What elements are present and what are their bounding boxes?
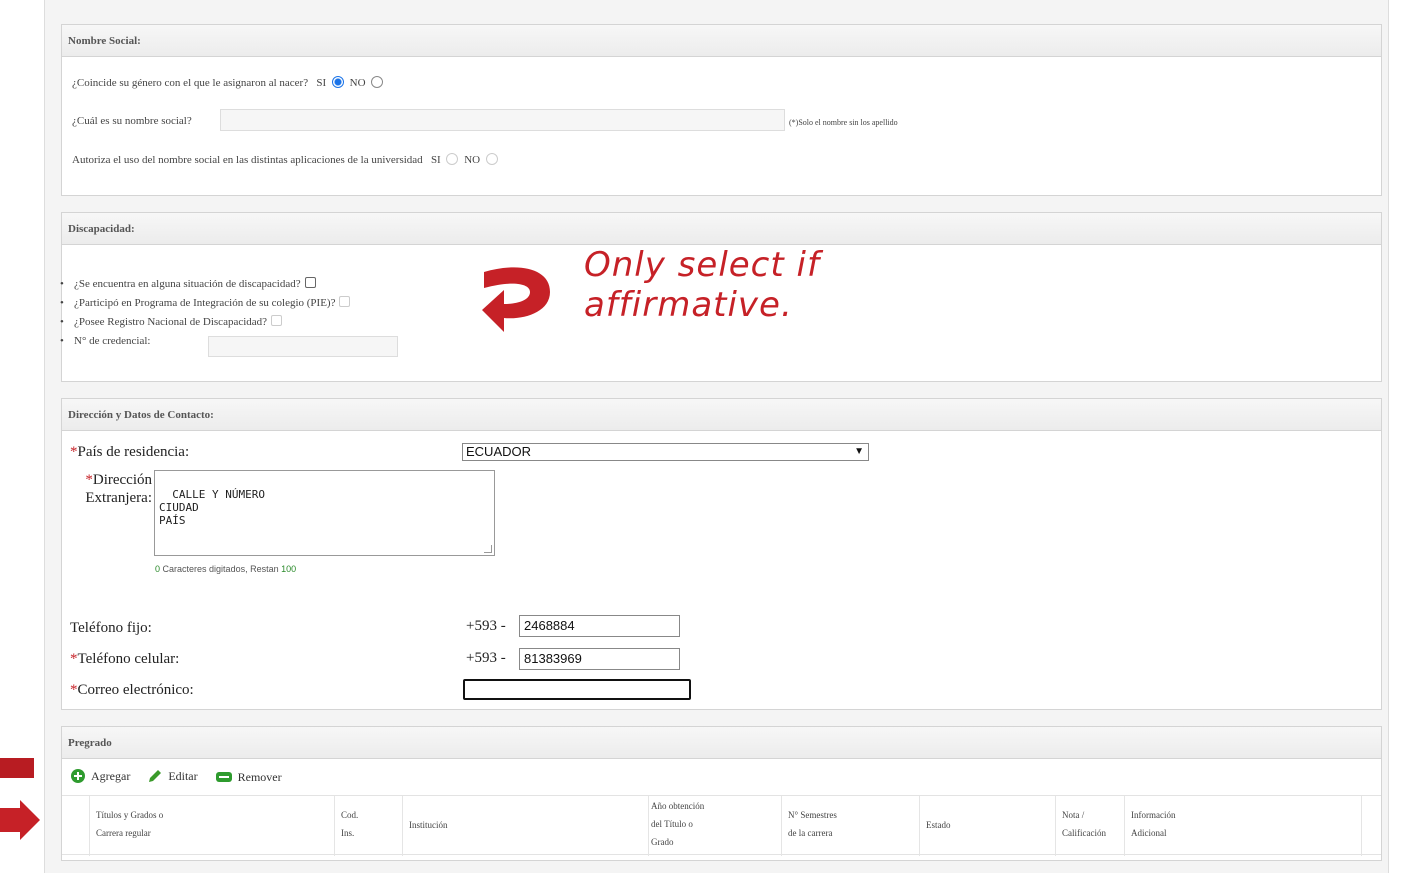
authorize-yes-radio[interactable] bbox=[446, 153, 459, 165]
tel-cel-label: *Teléfono celular: bbox=[70, 651, 180, 667]
chevron-down-icon: ▼ bbox=[854, 446, 864, 457]
column-nota: Nota / Calificación bbox=[1055, 796, 1124, 856]
authorize-yes-label: SI bbox=[430, 154, 441, 166]
tel-fijo-prefix: +593 - bbox=[466, 618, 506, 634]
gender-no-label: NO bbox=[349, 77, 366, 89]
gender-yes-label: SI bbox=[316, 77, 327, 89]
column-semestres: N° Semestres de la carrera bbox=[781, 796, 919, 856]
annotation-note: Only select if affirmative. bbox=[584, 245, 820, 325]
tel-cel-prefix: +593 - bbox=[466, 650, 506, 666]
authorize-label: Autoriza el uso del nombre social en las… bbox=[72, 154, 423, 166]
annotation-line-1: Only select if bbox=[584, 245, 820, 285]
list-item: ¿Se encuentra en alguna situación de dis… bbox=[60, 275, 350, 294]
gender-yes-radio[interactable] bbox=[331, 76, 344, 88]
char-counter: 0 Caracteres digitados, Restan 100 bbox=[155, 564, 297, 574]
edit-button[interactable]: Editar bbox=[147, 768, 198, 784]
left-gutter bbox=[0, 0, 44, 873]
discapacidad-checkbox[interactable] bbox=[304, 277, 316, 288]
plus-circle-icon bbox=[71, 769, 85, 783]
tel-fijo-input[interactable]: 2468884 bbox=[519, 615, 680, 637]
column-institucion: Institución bbox=[402, 796, 648, 856]
pregrado-header: Pregrado bbox=[62, 727, 1381, 759]
pregrado-grid-header: Títulos y Grados o Carrera regular Cod. In… bbox=[62, 795, 1381, 856]
column-estado: Estado bbox=[919, 796, 1055, 856]
column-anio: Año obtención del Título o Grado bbox=[648, 796, 781, 856]
registro-checkbox[interactable] bbox=[271, 315, 283, 326]
minus-icon bbox=[215, 772, 232, 782]
social-name-note: (*)Solo el nombre sin los apellido bbox=[789, 118, 898, 127]
column-scroll-spacer bbox=[1361, 796, 1381, 856]
direccion-textarea[interactable]: CALLE Y NÚMERO CIUDAD PAÍS bbox=[154, 470, 495, 556]
pais-label: *País de residencia: bbox=[70, 444, 190, 460]
curved-arrow-icon bbox=[482, 267, 550, 332]
gender-question-label: ¿Coincide su género con el que le asigna… bbox=[72, 77, 309, 89]
red-arrow-icon bbox=[0, 758, 40, 840]
list-item: ¿Posee Registro Nacional de Discapacidad… bbox=[60, 313, 350, 332]
discapacidad-header: Discapacidad: bbox=[62, 213, 1381, 245]
nombre-social-header: Nombre Social: bbox=[62, 25, 1381, 57]
pie-checkbox[interactable] bbox=[339, 296, 351, 307]
column-cod-ins: Cod. Ins. bbox=[334, 796, 402, 856]
email-label: *Correo electrónico: bbox=[70, 682, 194, 698]
right-gutter bbox=[1390, 0, 1409, 873]
pais-select[interactable]: ECUADOR ▼ bbox=[462, 443, 869, 461]
pais-select-value: ECUADOR bbox=[466, 444, 532, 459]
tel-cel-input[interactable]: 81383969 bbox=[519, 648, 680, 670]
column-titulos: Títulos y Grados o Carrera regular bbox=[89, 796, 334, 856]
social-name-input[interactable] bbox=[220, 109, 785, 131]
column-informacion: Información Adicional bbox=[1124, 796, 1361, 856]
pregrado-toolbar: Agregar Editar Remover bbox=[70, 768, 296, 788]
tel-fijo-label: Teléfono fijo: bbox=[70, 620, 152, 636]
authorize-row: Autoriza el uso del nombre social en las… bbox=[72, 153, 501, 166]
add-button[interactable]: Agregar bbox=[70, 768, 130, 784]
social-name-label: ¿Cuál es su nombre social? bbox=[72, 115, 192, 127]
contacto-header: Dirección y Datos de Contacto: bbox=[62, 399, 1381, 431]
credencial-input[interactable] bbox=[208, 336, 398, 357]
direccion-label: *Dirección Extranjera: bbox=[85, 472, 152, 506]
gender-question-row: ¿Coincide su género con el que le asigna… bbox=[72, 76, 386, 89]
authorize-no-label: NO bbox=[464, 154, 481, 166]
annotation-line-2: affirmative. bbox=[584, 285, 793, 325]
remove-button[interactable]: Remover bbox=[215, 770, 282, 785]
pencil-icon bbox=[149, 770, 162, 782]
direccion-textarea-value: CALLE Y NÚMERO CIUDAD PAÍS bbox=[159, 488, 265, 527]
authorize-no-radio[interactable] bbox=[485, 153, 498, 165]
gender-no-radio[interactable] bbox=[371, 76, 384, 88]
list-item: ¿Participó en Programa de Integración de… bbox=[60, 294, 351, 313]
resize-grip-icon[interactable] bbox=[484, 545, 492, 553]
email-input[interactable] bbox=[463, 679, 691, 700]
